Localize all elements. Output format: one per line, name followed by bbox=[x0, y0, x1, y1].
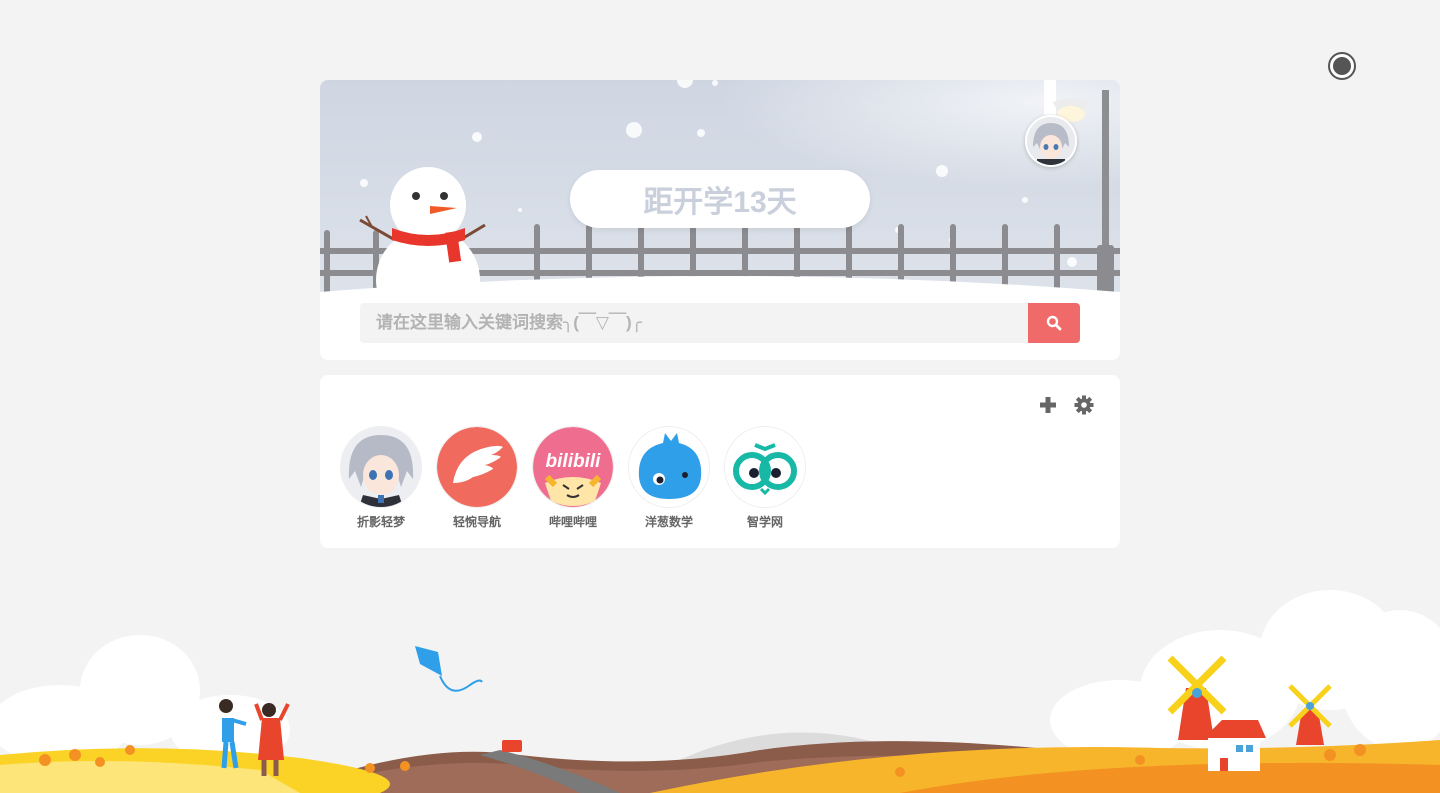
shortcut-label: 洋葱数学 bbox=[644, 515, 693, 529]
shortcut-list: 折影轻梦 轻惋导航 bilibili 哔哩哔哩 洋葱数学 智学网 bbox=[340, 427, 806, 530]
shortcuts-card: 折影轻梦 轻惋导航 bilibili 哔哩哔哩 洋葱数学 智学网 bbox=[320, 375, 1120, 548]
autumn-scenery bbox=[0, 590, 1440, 793]
user-avatar[interactable] bbox=[1025, 115, 1077, 167]
shortcut-bilibili[interactable]: bilibili 哔哩哔哩 bbox=[532, 427, 614, 530]
anime-avatar-icon bbox=[1027, 117, 1075, 165]
bilibili-logo-icon: bilibili bbox=[533, 427, 613, 507]
search-icon bbox=[1046, 315, 1062, 331]
search-input[interactable] bbox=[360, 303, 1028, 343]
search-bar bbox=[360, 303, 1080, 343]
gear-icon[interactable] bbox=[1074, 395, 1094, 415]
owl-logo-icon bbox=[725, 427, 805, 507]
countdown-badge: 距开学13天 bbox=[570, 170, 870, 228]
blue-onion-mascot-icon bbox=[629, 427, 709, 507]
anime-avatar-icon bbox=[341, 427, 421, 507]
shortcut-label: 轻惋导航 bbox=[452, 515, 501, 529]
red-wing-logo-icon bbox=[437, 427, 517, 507]
search-card: 距开学13天 bbox=[320, 80, 1120, 360]
plus-icon[interactable] bbox=[1038, 395, 1058, 415]
shortcut-zheying[interactable]: 折影轻梦 bbox=[340, 427, 422, 530]
svg-text:bilibili: bilibili bbox=[546, 451, 602, 472]
theme-toggle-button[interactable] bbox=[1328, 52, 1356, 80]
search-button[interactable] bbox=[1028, 303, 1080, 343]
shortcut-label: 哔哩哔哩 bbox=[548, 515, 597, 529]
shortcut-zhixue[interactable]: 智学网 bbox=[724, 427, 806, 530]
shortcut-label: 智学网 bbox=[746, 515, 783, 529]
page: 距开学13天 请在这里输入关键词搜索╮(￣▽￣)╭ 折影轻梦 轻惋导航 bili… bbox=[0, 0, 1440, 793]
shortcut-onion-math[interactable]: 洋葱数学 bbox=[628, 427, 710, 530]
shortcut-label: 折影轻梦 bbox=[356, 515, 405, 529]
shortcut-qingwan[interactable]: 轻惋导航 bbox=[436, 427, 518, 530]
